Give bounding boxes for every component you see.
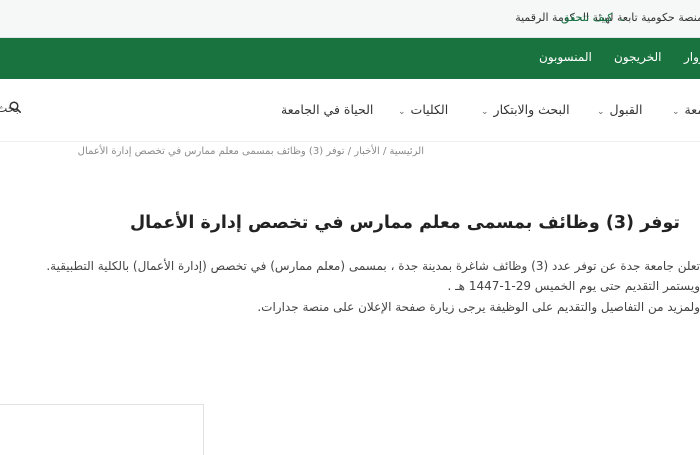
- nav-item-research-label: البحث والابتكار: [493, 102, 570, 117]
- side-panel: [0, 404, 204, 455]
- chevron-down-icon: ⌄: [597, 107, 605, 117]
- how-to-verify-label: كيف تتحقق: [561, 11, 613, 24]
- nav-item-campus-life-label: الحياة في الجامعة: [281, 102, 374, 117]
- government-top-bar: منصة حكومية تابعة لهيئة الحكومة الرقمية …: [0, 0, 700, 38]
- article-paragraph: ويستمر التقديم حتى يوم الخميس 29-1-1447 …: [447, 279, 700, 293]
- article-paragraph: ولمزيد من التفاصيل والتقديم على الوظيفة …: [257, 300, 700, 314]
- page-title: توفر (3) وظائف بمسمى معلم ممارس في تخصص …: [129, 213, 680, 233]
- nav-item-visitors[interactable]: الزوار: [684, 50, 700, 64]
- nav-item-alumni[interactable]: الخريجون: [614, 50, 661, 64]
- article-paragraph: تعلن جامعة جدة عن توفر عدد (3) وظائف شاغ…: [46, 259, 700, 273]
- audience-nav-bar: المنسوبون الخريجون الزوار: [0, 38, 700, 79]
- search-icon[interactable]: [9, 101, 21, 113]
- chevron-down-icon: ⌄: [618, 14, 626, 24]
- nav-item-research[interactable]: البحث والابتكار ⌄: [481, 102, 570, 117]
- nav-item-university-label: الجامعة: [684, 102, 700, 117]
- chevron-down-icon: ⌄: [398, 107, 406, 117]
- nav-item-staff[interactable]: المنسوبون: [539, 50, 592, 64]
- nav-item-university[interactable]: الجامعة ⌄: [672, 102, 700, 117]
- breadcrumb[interactable]: الرئيسية / الأخبار / توفر (3) وظائف بمسم…: [78, 146, 424, 157]
- nav-item-colleges[interactable]: الكليات ⌄: [398, 102, 448, 117]
- nav-item-campus-life[interactable]: الحياة في الجامعة: [281, 102, 373, 117]
- nav-item-colleges-label: الكليات: [410, 102, 449, 117]
- how-to-verify-link[interactable]: ⌄ كيف تتحقق: [561, 11, 626, 24]
- nav-item-admission[interactable]: القبول ⌄: [597, 102, 642, 117]
- main-navigation: بحث الحياة في الجامعة الكليات⌄ البحث وال…: [0, 79, 700, 142]
- chevron-down-icon: ⌄: [481, 107, 489, 117]
- nav-item-admission-label: القبول: [609, 102, 643, 117]
- chevron-down-icon: ⌄: [672, 107, 680, 117]
